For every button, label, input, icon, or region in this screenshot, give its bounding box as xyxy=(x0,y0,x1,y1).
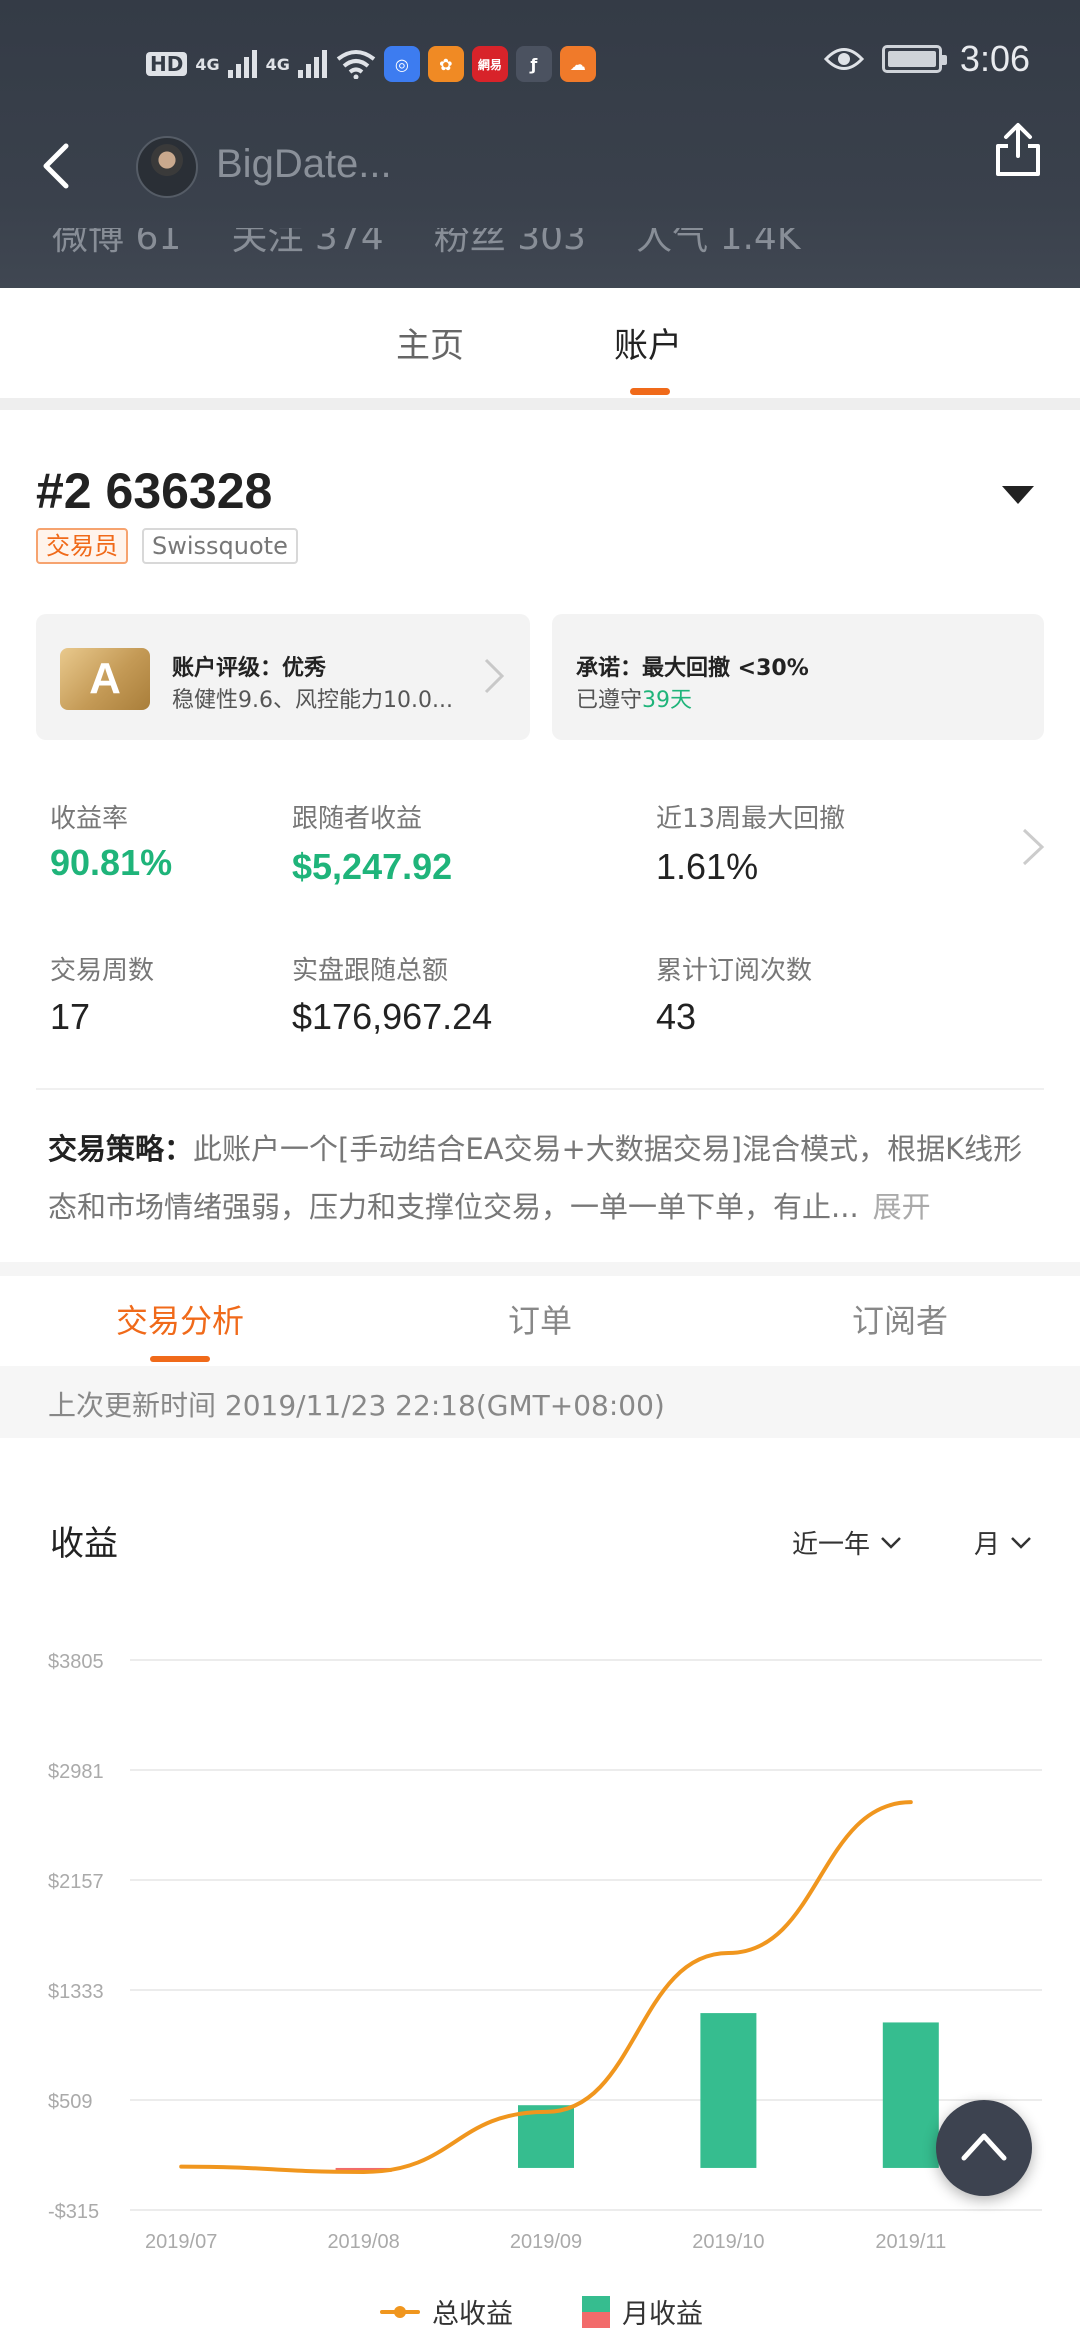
legend-label-monthly: 月收益 xyxy=(622,2299,703,2330)
x-tick-label: 2019/11 xyxy=(875,2231,946,2253)
metric-value-follower-profit: $5,247.92 xyxy=(292,846,453,887)
metric-value-max-drawdown: 1.61% xyxy=(656,846,759,887)
last-update-bar: 上次更新时间 2019/11/23 22:18(GMT+08:00) xyxy=(0,1366,1080,1438)
section-divider xyxy=(0,1262,1080,1276)
metric-value-return-rate: 90.81% xyxy=(50,842,173,883)
y-tick-label: $3805 xyxy=(48,1651,104,1673)
tab-active-indicator xyxy=(630,388,670,395)
y-tick-label: $2981 xyxy=(48,1761,104,1783)
granularity-filter[interactable]: 月 xyxy=(974,1524,1032,1561)
scroll-to-top-button[interactable] xyxy=(936,2100,1032,2196)
period-filter[interactable]: 近一年 xyxy=(792,1524,902,1561)
signal-1-label: 4G xyxy=(195,54,220,74)
promise-title: 承诺：最大回撤 <30% xyxy=(576,656,809,681)
bar-monthly-profit xyxy=(882,2022,939,2168)
tab-subscribers[interactable]: 订阅者 xyxy=(852,1296,948,1342)
period-filter-label: 近一年 xyxy=(792,1530,871,1560)
x-tick-label: 2019/09 xyxy=(510,2231,582,2253)
account-number: #2 636328 xyxy=(36,463,273,519)
legend-item-monthly: 月收益 xyxy=(582,2292,703,2331)
y-tick-label: -$315 xyxy=(48,2201,99,2223)
promise-card[interactable]: 承诺：最大回撤 <30% 已遵守39天 xyxy=(552,614,1044,740)
metric-label-follow-total: 实盘跟随总额 xyxy=(292,956,449,986)
section-divider xyxy=(0,398,1080,410)
promise-kept: 已遵守39天 xyxy=(576,682,692,714)
signal-icon xyxy=(297,50,327,78)
profit-chart: -$315 $509 $1333 $2157 $2981 $3805 2019/07 2019… xyxy=(48,1651,1042,2253)
granularity-filter-label: 月 xyxy=(974,1530,1001,1560)
share-icon[interactable] xyxy=(990,120,1046,180)
account-dropdown-icon[interactable] xyxy=(1002,486,1034,504)
avatar[interactable] xyxy=(136,136,198,198)
metric-value-follow-total: $176,967.24 xyxy=(292,996,493,1037)
chart-title: 收益 xyxy=(50,1524,118,1564)
stat-followers: 粉丝 303 xyxy=(433,217,586,258)
x-tick-label: 2019/10 xyxy=(692,2231,764,2253)
metric-label-return-rate: 收益率 xyxy=(50,804,129,834)
metric-label-max-drawdown: 近13周最大回撤 xyxy=(656,804,846,834)
legend-label-total: 总收益 xyxy=(432,2299,513,2330)
hd-indicator: HD xyxy=(146,52,188,76)
rating-card[interactable]: A 账户评级：优秀 稳健性9.6、风控能力10.0... xyxy=(36,614,530,740)
y-tick-label: $1333 xyxy=(48,1981,104,2003)
promise-kept-days: 39天 xyxy=(642,688,693,713)
broker-tag: Swissquote xyxy=(142,528,298,564)
tab-trade-analysis[interactable]: 交易分析 xyxy=(116,1296,244,1342)
last-update-text: 上次更新时间 2019/11/23 22:18(GMT+08:00) xyxy=(48,1389,665,1422)
eye-comfort-icon xyxy=(823,48,864,70)
status-bar: HD 4G 4G ◎ ✿ 網易 ƒ ☁ 3:06 xyxy=(0,38,1080,94)
app-notification-icon: ƒ xyxy=(515,46,552,82)
chevron-up-icon xyxy=(961,2133,1007,2161)
signal-2-label: 4G xyxy=(265,54,290,74)
tab-home[interactable]: 主页 xyxy=(396,318,464,367)
status-time: 3:06 xyxy=(959,38,1030,79)
bar-monthly-profit xyxy=(700,2013,757,2168)
chevron-down-icon xyxy=(881,1536,901,1549)
x-tick-label: 2019/08 xyxy=(327,2231,399,2253)
promise-kept-prefix: 已遵守 xyxy=(576,688,643,713)
y-tick-label: $509 xyxy=(48,2091,93,2113)
status-icons-left: HD 4G 4G ◎ ✿ 網易 ƒ ☁ xyxy=(146,46,596,82)
divider xyxy=(36,1088,1044,1090)
nickname: BigDate... xyxy=(216,142,392,186)
y-tick-label: $2157 xyxy=(48,1871,104,1893)
expand-link[interactable]: 展开 xyxy=(873,1190,931,1224)
netease-app-icon: 網易 xyxy=(471,46,508,82)
metric-label-trading-weeks: 交易周数 xyxy=(50,956,155,986)
metric-value-subscriptions: 43 xyxy=(656,996,697,1037)
bar-legend-icon xyxy=(582,2295,610,2328)
app-notification-icon: ✿ xyxy=(427,46,464,82)
rating-badge: A xyxy=(60,648,150,710)
wifi-icon xyxy=(336,50,376,79)
status-icons-right: 3:06 xyxy=(823,38,1030,80)
chevron-right-icon[interactable] xyxy=(1018,824,1048,870)
tab-account[interactable]: 账户 xyxy=(614,318,682,367)
app-notification-icon: ☁ xyxy=(559,46,596,82)
tab-orders[interactable]: 订单 xyxy=(508,1296,572,1342)
trader-tag: 交易员 xyxy=(36,528,128,564)
x-tick-label: 2019/07 xyxy=(145,2231,217,2253)
stat-weibo: 微博 61 xyxy=(52,217,182,258)
app-notification-icon: ◎ xyxy=(383,46,420,82)
profile-header: HD 4G 4G ◎ ✿ 網易 ƒ ☁ 3:06 BigDate... 微博 6… xyxy=(0,0,1080,288)
strategy-description: 交易策略：此账户一个[手动结合EA交易+大数据交易]混合模式，根据K线形态和市场… xyxy=(48,1120,1038,1236)
chevron-down-icon xyxy=(1011,1536,1031,1549)
metric-label-subscriptions: 累计订阅次数 xyxy=(656,956,813,986)
metric-value-trading-weeks: 17 xyxy=(50,996,91,1037)
main-tabs: 主页 账户 xyxy=(0,288,1080,398)
strategy-label: 交易策略： xyxy=(48,1132,194,1166)
rating-subtitle: 稳健性9.6、风控能力10.0... xyxy=(172,688,453,713)
signal-icon xyxy=(227,50,257,78)
stat-popularity: 人气 1.4K xyxy=(636,217,801,258)
legend-item-total: 总收益 xyxy=(380,2292,513,2331)
back-arrow-icon[interactable] xyxy=(28,136,88,196)
metric-label-follower-profit: 跟随者收益 xyxy=(292,804,423,834)
nav-bar: BigDate... xyxy=(0,120,1080,216)
line-legend-icon xyxy=(380,2305,420,2318)
subtab-active-indicator xyxy=(150,1356,210,1362)
stat-following: 关注 374 xyxy=(231,217,384,258)
chevron-right-icon xyxy=(484,658,505,694)
battery-icon xyxy=(881,45,947,73)
rating-title: 账户评级：优秀 xyxy=(172,656,327,681)
